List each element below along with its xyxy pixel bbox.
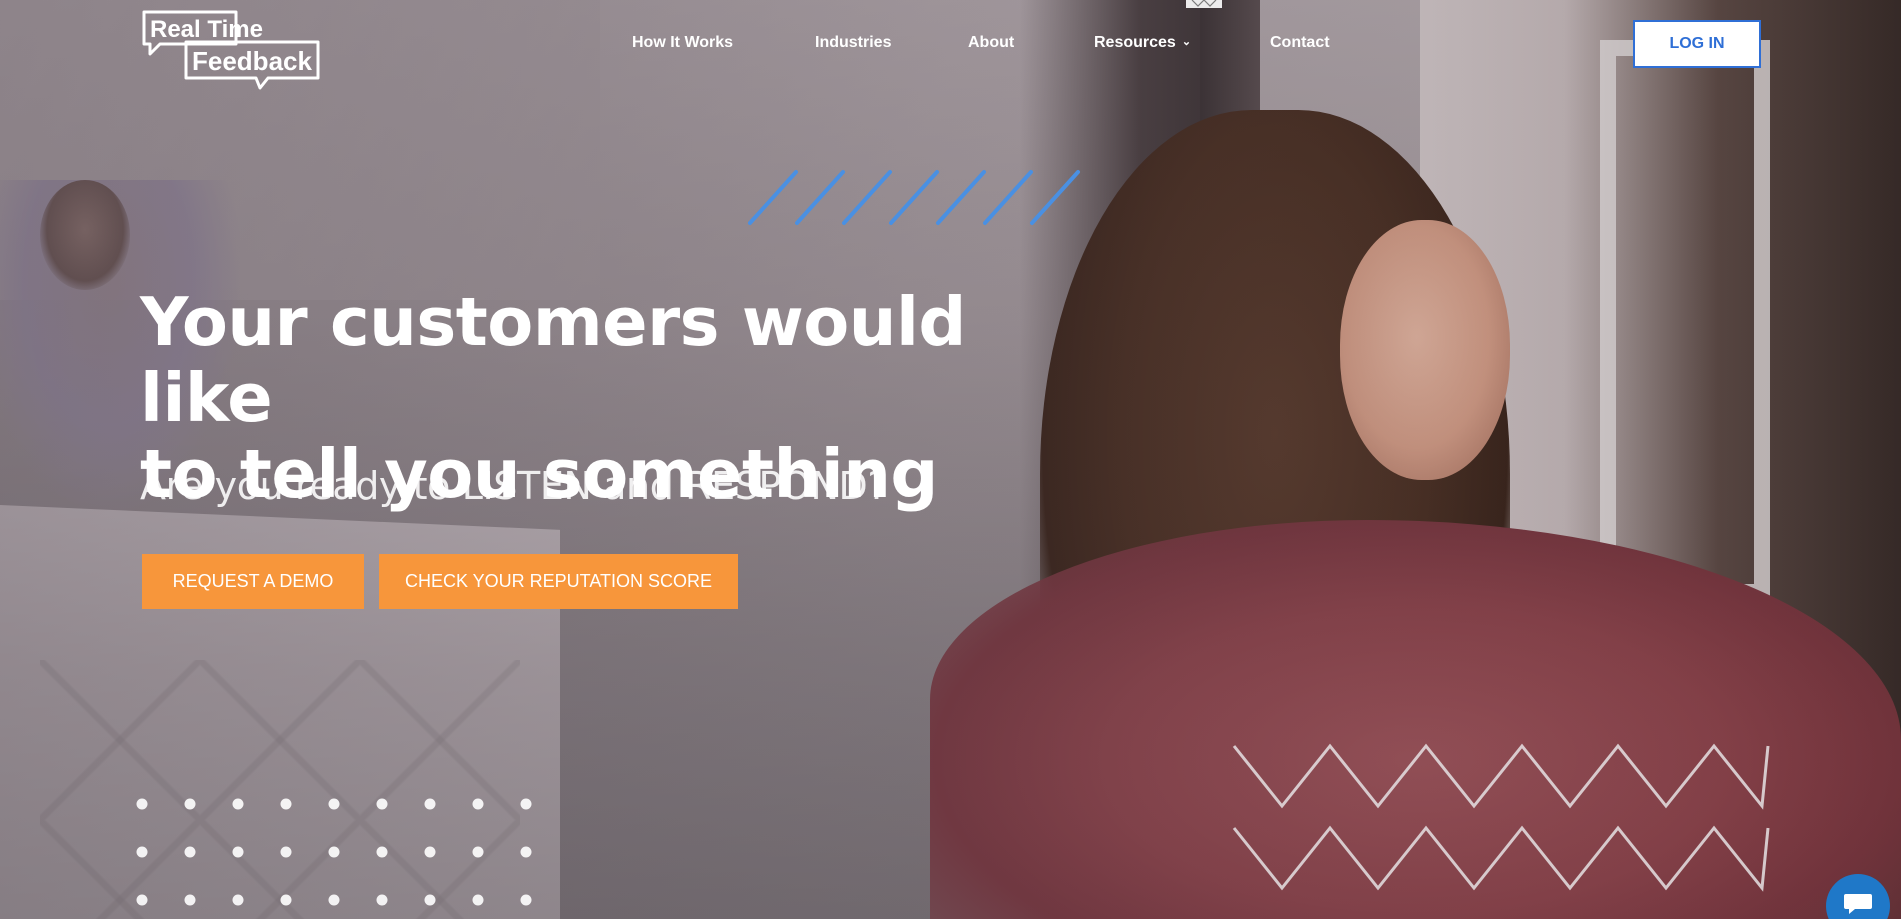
- dot-grid-group: [136, 798, 532, 906]
- hero-headline-line1: Your customers would like: [140, 283, 966, 437]
- collapsed-banner-icon[interactable]: [1186, 0, 1222, 8]
- request-demo-button-label: REQUEST A DEMO: [172, 571, 334, 591]
- nav-item-label: Contact: [1270, 34, 1330, 51]
- stripe-group: [748, 170, 1080, 225]
- login-button[interactable]: LOG IN: [1633, 20, 1761, 68]
- login-button-label: LOG IN: [1669, 35, 1725, 52]
- check-reputation-score-button[interactable]: CHECK YOUR REPUTATION SCORE: [379, 554, 738, 609]
- nav-item-about[interactable]: About: [968, 34, 1014, 52]
- check-reputation-score-button-label: CHECK YOUR REPUTATION SCORE: [404, 571, 713, 591]
- nav-item-how-it-works[interactable]: How It Works: [632, 34, 733, 52]
- dot-grid-icon: [136, 798, 532, 906]
- request-demo-button[interactable]: REQUEST A DEMO: [142, 554, 364, 609]
- diagonal-stripes-icon: [748, 170, 1080, 225]
- nav-item-resources[interactable]: Resources ⌄: [1094, 34, 1191, 52]
- nav-item-industries[interactable]: Industries: [815, 34, 891, 52]
- main-navigation: How It Works Industries About Resources ⌄…: [0, 28, 1901, 60]
- chevron-down-icon: ⌄: [1181, 36, 1192, 48]
- hero-subheadline: Are you ready to LISTEN and RESPOND?: [140, 464, 888, 508]
- chat-icon: [1844, 894, 1872, 914]
- nav-item-label: About: [968, 34, 1015, 51]
- nav-item-label: Industries: [815, 34, 892, 51]
- zigzag-lines-icon: [1232, 743, 1770, 892]
- zigzag-group: [1232, 743, 1770, 892]
- nav-item-contact[interactable]: Contact: [1270, 34, 1330, 52]
- nav-item-label: Resources: [1094, 34, 1176, 51]
- nav-item-label: How It Works: [632, 34, 734, 51]
